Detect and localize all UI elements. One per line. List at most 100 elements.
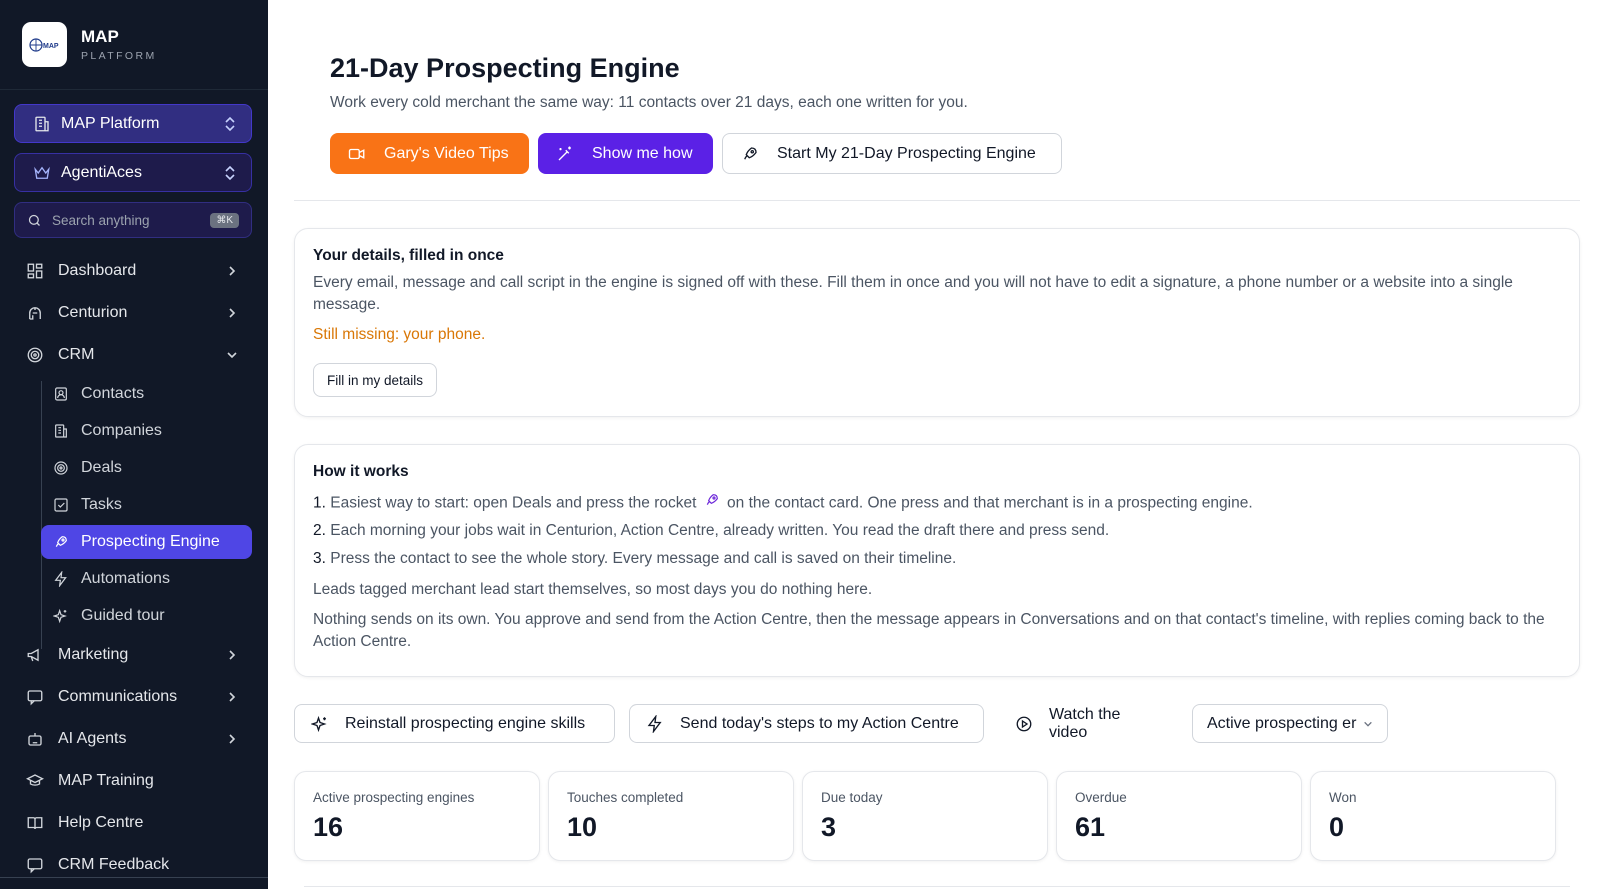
step-text: on the contact card. One press and that … [727, 494, 1253, 512]
chevron-updown-icon [223, 165, 237, 181]
step-number: 2. [313, 522, 326, 539]
nav-item-map-training[interactable]: MAP Training [14, 763, 252, 799]
robot-icon [26, 730, 44, 748]
nav-item-dashboard[interactable]: Dashboard [14, 253, 252, 289]
magic-wand-icon [556, 145, 574, 163]
brand-title: MAP [81, 27, 119, 46]
rocket-icon [704, 492, 720, 515]
target-icon [53, 460, 69, 476]
workspace-switcher[interactable]: MAP Platform [14, 104, 252, 143]
sparkles-icon [311, 715, 329, 733]
sidebar-item-guided-tour[interactable]: Guided tour [41, 599, 252, 633]
nav-label: AI Agents [58, 730, 127, 747]
missing-warning: Still missing: your phone. [313, 326, 486, 343]
how-it-works-card: How it works 1. Easiest way to start: op… [294, 444, 1580, 677]
button-label: Reinstall prospecting engine skills [345, 714, 586, 732]
dashboard-icon [26, 262, 44, 280]
button-label: Watch the video [1049, 705, 1121, 741]
stat-card-won: Won 0 [1310, 771, 1556, 861]
nav-label: Marketing [58, 646, 129, 663]
header-divider [294, 200, 1580, 201]
chevron-right-icon [226, 307, 238, 319]
brand[interactable]: MAP MAP PLATFORM [0, 0, 268, 90]
nav-item-crm[interactable]: CRM [14, 337, 252, 373]
step-text: Easiest way to start: open Deals and pre… [330, 494, 697, 512]
stat-card-active-engines: Active prospecting engines 16 [294, 771, 540, 861]
sidebar-item-deals[interactable]: Deals [41, 451, 252, 485]
sidebar-item-companies[interactable]: Companies [41, 414, 252, 448]
stat-card-due-today: Due today 3 [802, 771, 1048, 861]
nav-item-centurion[interactable]: Centurion [14, 295, 252, 331]
nav-item-ai-agents[interactable]: AI Agents [14, 721, 252, 757]
details-card-title: Your details, filled in once [313, 247, 504, 264]
nav-label: Centurion [58, 304, 128, 321]
stat-label: Active prospecting engines [313, 790, 475, 805]
sidebar-footer-divider [0, 877, 268, 878]
how-note-2: Nothing sends on its own. You approve an… [313, 611, 1545, 650]
nav-item-marketing[interactable]: Marketing [14, 637, 252, 673]
button-label: Send today's steps to my Action Centre [680, 714, 959, 732]
show-me-how-button[interactable]: Show me how [538, 133, 713, 174]
nav-item-communications[interactable]: Communications [14, 679, 252, 715]
target-icon [26, 346, 44, 364]
feedback-icon [26, 856, 44, 874]
how-step-3: 3. Press the contact to see the whole st… [313, 548, 1555, 570]
search-input[interactable]: Search anything ⌘K [14, 202, 252, 238]
chat-icon [26, 688, 44, 706]
details-card-text: Every email, message and call script in … [313, 274, 1513, 313]
chevron-down-icon [226, 349, 238, 361]
sparkles-icon [53, 608, 69, 624]
stat-value: 3 [821, 812, 837, 842]
watch-video-button[interactable]: Watch the video [998, 704, 1176, 743]
chevron-right-icon [226, 733, 238, 745]
chevron-updown-icon [223, 116, 237, 132]
engine-filter-select[interactable]: Active prospecting er [1192, 704, 1388, 743]
details-card: Your details, filled in once Every email… [294, 228, 1580, 417]
stat-label: Touches completed [567, 790, 684, 805]
nav-item-help-centre[interactable]: Help Centre [14, 805, 252, 841]
nav-label: Tasks [81, 496, 122, 513]
lightning-icon [53, 571, 69, 587]
button-label: Gary's Video Tips [384, 144, 509, 162]
sidebar-item-tasks[interactable]: Tasks [41, 488, 252, 522]
start-engine-button[interactable]: Start My 21-Day Prospecting Engine [722, 133, 1062, 174]
chevron-right-icon [226, 265, 238, 277]
sidebar-item-prospecting-engine[interactable]: Prospecting Engine [41, 525, 252, 559]
stat-value: 0 [1329, 812, 1345, 842]
main-content: 21-Day Prospecting Engine Work every col… [268, 0, 1600, 889]
stat-value: 61 [1075, 812, 1106, 842]
how-step-1: 1. Easiest way to start: open Deals and … [313, 492, 1555, 515]
video-tips-button[interactable]: Gary's Video Tips [330, 133, 529, 174]
step-text: Press the contact to see the whole story… [330, 550, 957, 567]
account-switcher[interactable]: AgentiAces [14, 153, 252, 192]
stat-value: 16 [313, 812, 344, 842]
search-shortcut: ⌘K [210, 212, 239, 228]
stat-label: Won [1329, 790, 1357, 805]
search-icon [27, 213, 42, 228]
chevron-right-icon [226, 649, 238, 661]
how-step-2: 2. Each morning your jobs wait in Centur… [313, 520, 1555, 542]
stat-label: Overdue [1075, 790, 1127, 805]
helmet-icon [26, 304, 44, 322]
nav-label: Deals [81, 459, 122, 476]
graduation-cap-icon [26, 772, 44, 790]
send-steps-button[interactable]: Send today's steps to my Action Centre [629, 704, 984, 743]
how-note-1: Leads tagged merchant lead start themsel… [313, 581, 873, 598]
step-number: 3. [313, 550, 326, 567]
nav-label: Help Centre [58, 814, 144, 831]
crown-icon [33, 164, 51, 182]
stat-label: Due today [821, 790, 883, 805]
sidebar-item-automations[interactable]: Automations [41, 562, 252, 596]
nav-label: Dashboard [58, 262, 137, 279]
globe-logo-icon: MAP [28, 37, 58, 52]
nav-label: Prospecting Engine [81, 533, 220, 550]
rocket-icon [53, 534, 69, 550]
reinstall-skills-button[interactable]: Reinstall prospecting engine skills [294, 704, 615, 743]
step-text: Each morning your jobs wait in Centurion… [330, 522, 1110, 539]
fill-details-button[interactable]: Fill in my details [313, 363, 438, 397]
nav-label: Guided tour [81, 607, 165, 624]
nav-label: CRM Feedback [58, 856, 170, 873]
building-icon [33, 115, 51, 133]
sidebar-item-contacts[interactable]: Contacts [41, 377, 252, 411]
building-icon [53, 423, 69, 439]
